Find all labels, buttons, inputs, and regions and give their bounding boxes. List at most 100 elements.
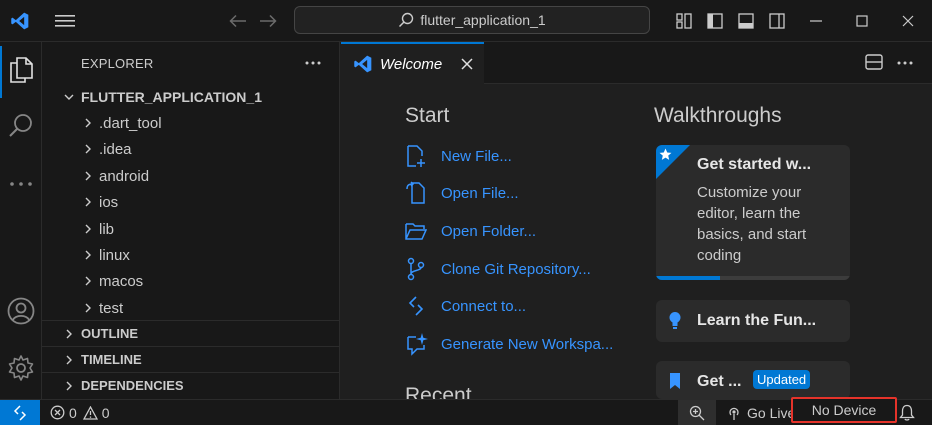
go-live-label: Go Live — [747, 404, 796, 421]
section-label: TIMELINE — [81, 352, 142, 367]
source-control-icon — [405, 257, 431, 281]
activity-bar — [0, 42, 42, 399]
section-dependencies[interactable]: DEPENDENCIES — [42, 372, 339, 398]
error-icon — [50, 405, 65, 420]
start-heading: Start — [405, 104, 450, 127]
editor-tab-bar: Welcome — [341, 42, 932, 84]
chevron-right-icon — [80, 247, 96, 263]
tree-item-lib[interactable]: lib — [42, 216, 377, 242]
maximize-icon[interactable] — [852, 11, 872, 31]
project-name: FLUTTER_APPLICATION_1 — [81, 89, 262, 105]
back-arrow-icon[interactable] — [228, 11, 248, 31]
star-icon — [659, 148, 672, 161]
tree-item-android[interactable]: android — [42, 163, 377, 189]
walkthroughs-heading: Walkthroughs — [654, 104, 782, 127]
welcome-page: Start New File... Open File... Open Fold… — [341, 84, 932, 407]
walkthrough-card-get-started[interactable]: Get started w... Customize your editor, … — [656, 145, 850, 280]
new-file-link[interactable]: New File... — [405, 142, 512, 170]
error-count: 0 — [69, 404, 77, 421]
minimize-icon[interactable] — [806, 11, 826, 31]
tree-item-label: ios — [99, 193, 119, 211]
bookmark-icon — [670, 373, 680, 389]
chevron-right-icon — [61, 352, 77, 368]
chevron-right-icon — [80, 300, 96, 316]
forward-arrow-icon[interactable] — [258, 11, 278, 31]
card-title: Learn the Fun... — [697, 312, 817, 329]
broadcast-icon — [726, 405, 742, 421]
card-title: Get started w... — [697, 156, 812, 173]
split-editor-icon[interactable] — [865, 54, 883, 70]
chevron-right-icon — [61, 378, 77, 394]
card-description: Customize your editor, learn the basics,… — [697, 184, 807, 264]
section-outline[interactable]: OUTLINE — [42, 320, 339, 346]
open-file-icon — [405, 181, 431, 205]
card-progress-fill — [656, 276, 720, 280]
explorer-header: EXPLORER — [81, 56, 154, 71]
chevron-right-icon — [61, 326, 77, 342]
link-label: Connect to... — [441, 297, 527, 315]
clone-git-repository-link[interactable]: Clone Git Repository... — [405, 255, 591, 283]
settings-gear-icon[interactable] — [0, 348, 42, 388]
chevron-right-icon — [80, 273, 96, 289]
open-folder-icon — [405, 219, 431, 243]
tab-welcome[interactable]: Welcome — [341, 42, 484, 84]
chevron-right-icon — [80, 115, 96, 131]
section-timeline[interactable]: TIMELINE — [42, 346, 339, 372]
tree-item-label: test — [99, 299, 124, 317]
command-center-search[interactable]: flutter_application_1 — [294, 6, 650, 34]
warning-icon — [82, 405, 98, 420]
link-label: Generate New Workspa... — [441, 335, 614, 353]
go-live-button[interactable]: Go Live — [726, 400, 795, 425]
zoom-in-icon — [689, 405, 705, 421]
connect-to-link[interactable]: Connect to... — [405, 292, 526, 320]
section-label: DEPENDENCIES — [81, 378, 184, 393]
toggle-secondary-sidebar-icon[interactable] — [767, 11, 787, 31]
toggle-primary-sidebar-icon[interactable] — [705, 11, 725, 31]
tree-item-label: .idea — [99, 140, 132, 158]
explorer-icon[interactable] — [0, 50, 42, 90]
open-folder-link[interactable]: Open Folder... — [405, 217, 536, 245]
open-file-link[interactable]: Open File... — [405, 179, 519, 207]
walkthrough-card-updated[interactable]: Get ... Updated — [656, 361, 850, 399]
problems-indicator[interactable]: 0 0 — [50, 400, 110, 425]
updated-badge: Updated — [753, 370, 811, 389]
chevron-right-icon — [80, 168, 96, 184]
customize-layout-icon[interactable] — [674, 11, 694, 31]
device-selector[interactable]: No Device — [791, 397, 897, 423]
close-tab-icon[interactable] — [461, 58, 473, 70]
tree-item-idea[interactable]: .idea — [42, 136, 377, 162]
tree-item-label: .dart_tool — [99, 114, 162, 132]
search-icon[interactable] — [0, 106, 42, 146]
more-actions-icon[interactable] — [303, 55, 323, 71]
toggle-panel-icon[interactable] — [736, 11, 756, 31]
generate-new-workspace-link[interactable]: Generate New Workspa... — [405, 330, 613, 358]
tree-item-label: lib — [99, 220, 115, 238]
remote-icon — [405, 294, 431, 318]
device-label: No Device — [811, 402, 877, 418]
project-folder-row[interactable]: FLUTTER_APPLICATION_1 — [42, 84, 358, 110]
tree-item-linux[interactable]: linux — [42, 242, 377, 268]
remote-indicator-button[interactable] — [0, 400, 40, 425]
more-views-icon[interactable] — [0, 164, 42, 204]
tree-item-test[interactable]: test — [42, 295, 377, 321]
close-window-icon[interactable] — [898, 11, 918, 31]
tree-item-macos[interactable]: macos — [42, 268, 377, 294]
explorer-sidebar: EXPLORER FLUTTER_APPLICATION_1 .dart_too… — [42, 42, 340, 399]
accounts-icon[interactable] — [0, 291, 42, 331]
link-label: Clone Git Repository... — [441, 260, 591, 278]
zoom-button[interactable] — [678, 400, 716, 425]
chevron-right-icon — [80, 141, 96, 157]
menu-icon[interactable] — [55, 11, 75, 31]
sparkle-chat-icon — [405, 332, 431, 356]
tree-item-ios[interactable]: ios — [42, 189, 377, 215]
chevron-right-icon — [80, 194, 96, 210]
editor-more-actions-icon[interactable] — [897, 61, 913, 65]
search-icon — [398, 12, 414, 28]
notifications-bell-icon[interactable] — [899, 404, 915, 421]
card-progress-track — [656, 276, 850, 280]
tree-item-dart-tool[interactable]: .dart_tool — [42, 110, 377, 136]
chevron-right-icon — [80, 221, 96, 237]
search-text: flutter_application_1 — [420, 12, 546, 28]
walkthrough-card-learn-fundamentals[interactable]: Learn the Fun... — [656, 300, 850, 342]
tree-item-label: linux — [99, 246, 130, 264]
